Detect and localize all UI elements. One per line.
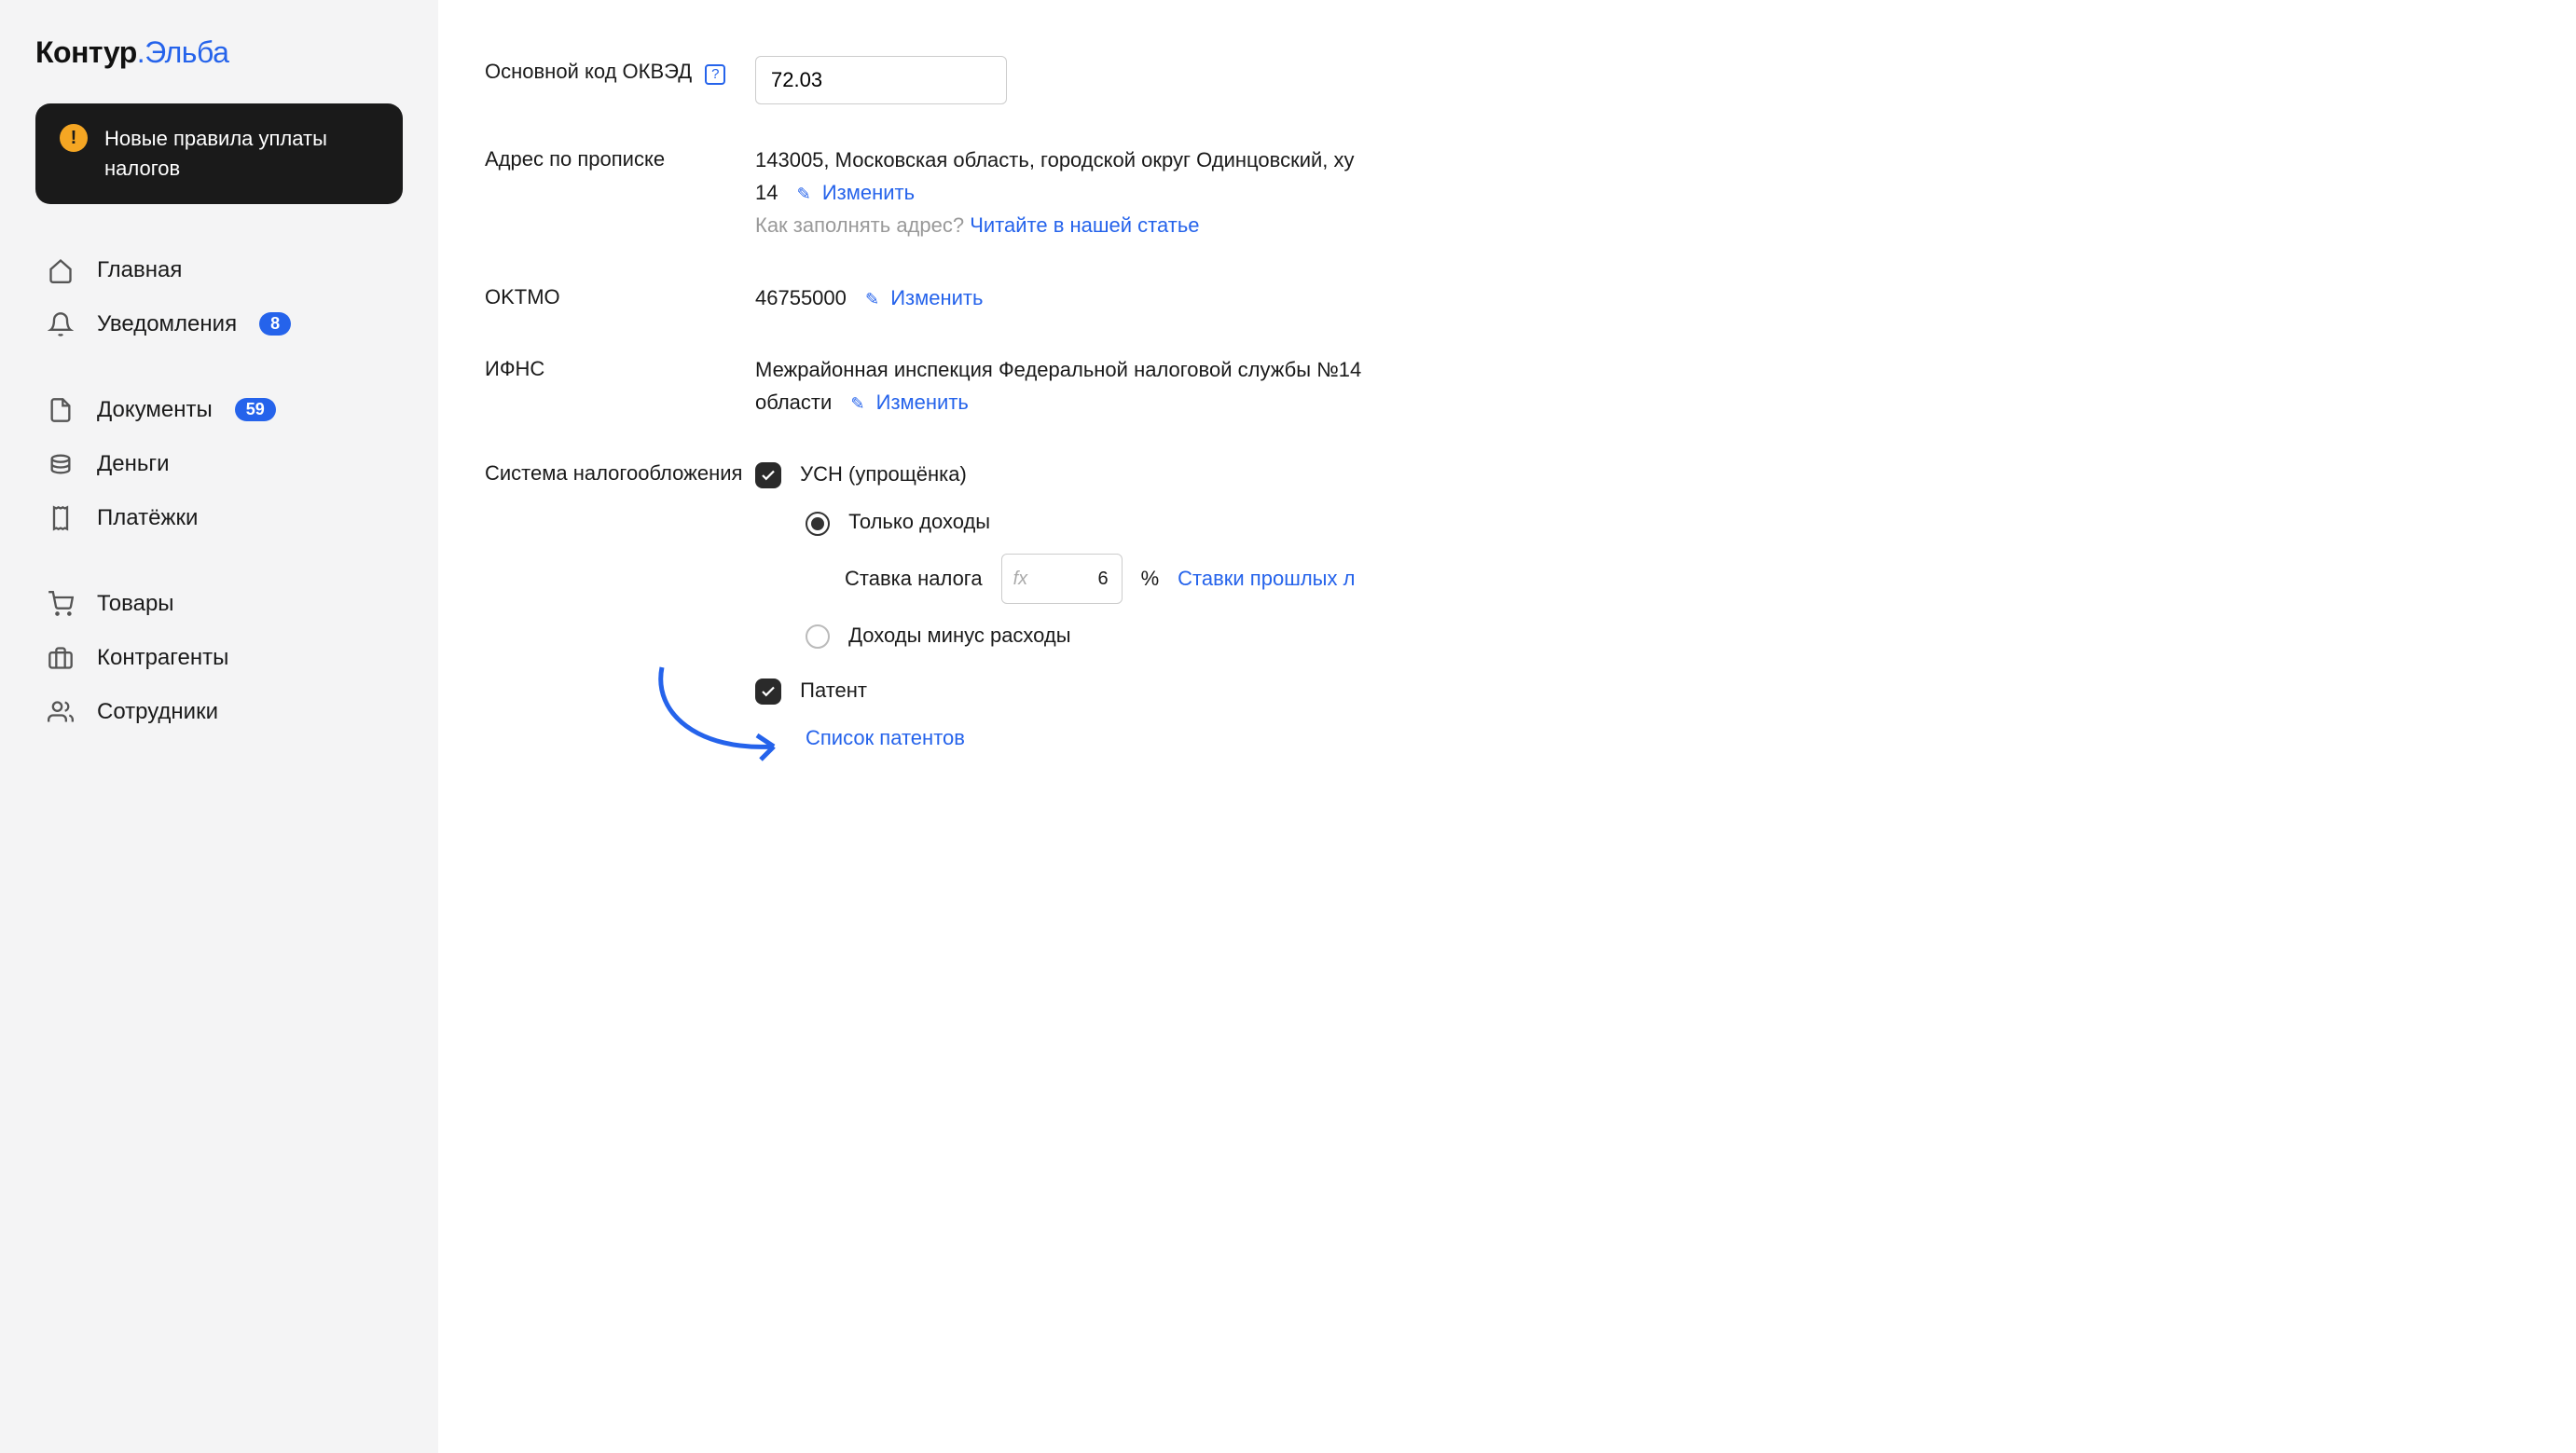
rate-label: Ставка налога bbox=[845, 562, 983, 595]
nav-home[interactable]: Главная bbox=[35, 243, 403, 297]
nav-documents-label: Документы bbox=[97, 397, 213, 423]
rate-value: 6 bbox=[1097, 569, 1108, 589]
nav-notifications-label: Уведомления bbox=[97, 311, 237, 337]
briefcase-icon bbox=[47, 644, 75, 672]
patent-checkbox[interactable] bbox=[755, 679, 781, 705]
nav-section-docs: Документы 59 Деньги Платёжки bbox=[35, 383, 403, 545]
document-icon bbox=[47, 396, 75, 424]
row-okved: Основной код ОКВЭД ? bbox=[485, 56, 2529, 104]
income-minus-radio[interactable] bbox=[806, 624, 830, 649]
alert-text: Новые правила уплаты налогов bbox=[104, 124, 379, 184]
alert-banner[interactable]: ! Новые правила уплаты налогов bbox=[35, 103, 403, 204]
patent-list-link[interactable]: Список патентов bbox=[806, 726, 965, 749]
past-rates-link[interactable]: Ставки прошлых л bbox=[1178, 562, 1355, 595]
nav-employees[interactable]: Сотрудники bbox=[35, 685, 403, 739]
okved-input[interactable] bbox=[755, 56, 1007, 104]
main-content: Основной код ОКВЭД ? Адрес по прописке 1… bbox=[438, 0, 2576, 1453]
nav-goods-label: Товары bbox=[97, 591, 174, 617]
nav-contractors-label: Контрагенты bbox=[97, 645, 228, 671]
percent-label: % bbox=[1141, 562, 1160, 595]
nav-home-label: Главная bbox=[97, 257, 182, 283]
nav-documents[interactable]: Документы 59 bbox=[35, 383, 403, 437]
logo[interactable]: Контур.Эльба bbox=[35, 35, 403, 70]
nav-section-business: Товары Контрагенты Сотрудники bbox=[35, 577, 403, 739]
bell-icon bbox=[47, 310, 75, 338]
sidebar: Контур.Эльба ! Новые правила уплаты нало… bbox=[0, 0, 438, 1453]
address-edit-link[interactable]: Изменить bbox=[822, 181, 915, 204]
oktmo-label: OKTMO bbox=[485, 281, 755, 312]
row-tax-system: Система налогообложения УСН (упрощёнка) … bbox=[485, 458, 2529, 776]
nav-goods[interactable]: Товары bbox=[35, 577, 403, 631]
oktmo-value: 46755000 bbox=[755, 286, 847, 309]
ifns-value2: области bbox=[755, 391, 832, 414]
rate-row: Ставка налога fx 6 % Ставки прошлых л bbox=[845, 554, 2529, 604]
income-only-label: Только доходы bbox=[848, 510, 990, 533]
people-icon bbox=[47, 698, 75, 726]
usn-label: УСН (упрощёнка) bbox=[800, 462, 967, 486]
usn-checkbox[interactable] bbox=[755, 462, 781, 488]
ifns-label: ИФНС bbox=[485, 353, 755, 384]
alert-icon: ! bbox=[60, 124, 88, 152]
rate-input[interactable]: fx 6 bbox=[1001, 554, 1123, 604]
receipt-icon bbox=[47, 504, 75, 532]
nav-notifications[interactable]: Уведомления 8 bbox=[35, 297, 403, 351]
home-icon bbox=[47, 256, 75, 284]
ifns-edit-link[interactable]: Изменить bbox=[876, 391, 969, 414]
income-minus-label: Доходы минус расходы bbox=[848, 624, 1070, 647]
nav-payments-label: Платёжки bbox=[97, 505, 198, 531]
documents-badge: 59 bbox=[235, 398, 276, 421]
patent-label: Патент bbox=[800, 679, 867, 702]
cart-icon bbox=[47, 590, 75, 618]
logo-part1: Контур bbox=[35, 35, 137, 69]
pencil-icon: ✎ bbox=[865, 290, 879, 308]
address-value: 143005, Московская область, городской ок… bbox=[755, 148, 1355, 171]
income-only-radio[interactable] bbox=[806, 512, 830, 536]
patent-block: Патент Список патентов bbox=[755, 674, 2529, 754]
help-icon[interactable]: ? bbox=[705, 64, 725, 85]
row-address: Адрес по прописке 143005, Московская обл… bbox=[485, 144, 2529, 242]
nav-contractors[interactable]: Контрагенты bbox=[35, 631, 403, 685]
row-ifns: ИФНС Межрайонная инспекция Федеральной н… bbox=[485, 353, 2529, 418]
usn-block: УСН (упрощёнка) Только доходы Ставка нал… bbox=[755, 458, 2529, 651]
address-hint-prefix: Как заполнять адрес? bbox=[755, 213, 970, 237]
oktmo-edit-link[interactable]: Изменить bbox=[890, 286, 983, 309]
money-icon bbox=[47, 450, 75, 478]
logo-part2: .Эльба bbox=[137, 35, 229, 69]
tax-label: Система налогообложения bbox=[485, 458, 755, 488]
pencil-icon: ✎ bbox=[797, 185, 811, 203]
ifns-value: Межрайонная инспекция Федеральной налого… bbox=[755, 358, 1361, 381]
nav-employees-label: Сотрудники bbox=[97, 699, 218, 725]
nav-payments[interactable]: Платёжки bbox=[35, 491, 403, 545]
okved-label-text: Основной код ОКВЭД bbox=[485, 60, 692, 83]
okved-label: Основной код ОКВЭД ? bbox=[485, 56, 755, 87]
address-num: 14 bbox=[755, 181, 778, 204]
notifications-badge: 8 bbox=[259, 312, 291, 336]
row-oktmo: OKTMO 46755000 ✎ Изменить bbox=[485, 281, 2529, 314]
address-label: Адрес по прописке bbox=[485, 144, 755, 174]
nav-money[interactable]: Деньги bbox=[35, 437, 403, 491]
nav-money-label: Деньги bbox=[97, 451, 170, 477]
address-hint-link[interactable]: Читайте в нашей статье bbox=[970, 213, 1199, 237]
fx-icon: fx bbox=[1013, 564, 1028, 594]
nav-section-main: Главная Уведомления 8 bbox=[35, 243, 403, 351]
pencil-icon: ✎ bbox=[850, 394, 864, 413]
